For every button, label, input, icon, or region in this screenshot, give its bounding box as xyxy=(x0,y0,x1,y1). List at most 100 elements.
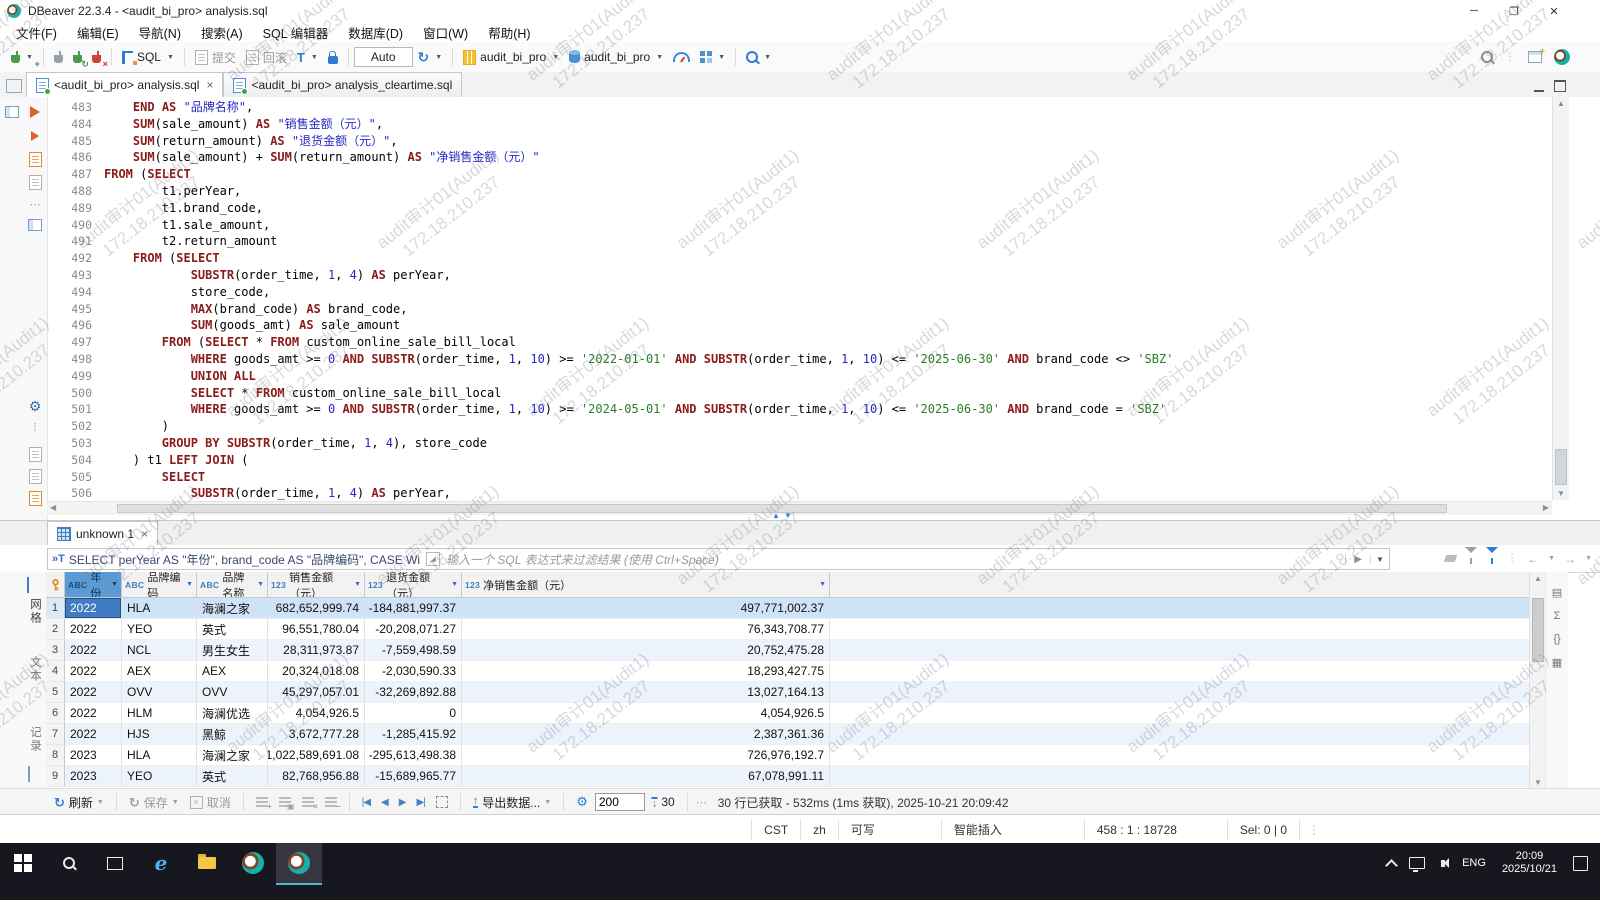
row-number[interactable]: 9 xyxy=(46,766,65,787)
code-line-484[interactable]: 484 SUM(sale_amount) AS "销售金额（元）", xyxy=(47,116,1552,133)
taskbar-search-button[interactable] xyxy=(46,843,92,883)
row-number[interactable]: 7 xyxy=(46,724,65,745)
grid-cell[interactable]: 2,387,361.36 xyxy=(462,724,830,745)
grid-cell[interactable]: NCL xyxy=(122,640,197,661)
taskbar-clock[interactable]: 20:09 2025/10/21 xyxy=(1492,850,1567,876)
grid-cell[interactable]: 2023 xyxy=(65,745,122,766)
clear-filter-icon[interactable] xyxy=(1465,553,1477,565)
code-line-490[interactable]: 490 t1.sale_amount, xyxy=(47,217,1552,234)
grid-cell[interactable]: 2022 xyxy=(65,598,122,619)
input-language[interactable]: ENG xyxy=(1456,857,1492,869)
value-viewer-icon[interactable]: ▤ xyxy=(1552,586,1562,599)
start-button[interactable] xyxy=(0,843,46,883)
code-line-496[interactable]: 496 SUM(goods_amt) AS sale_amount xyxy=(47,317,1552,334)
toggle-panel-icon[interactable] xyxy=(26,216,44,234)
table-row-9[interactable]: 92023YEO英式82,768,956.88-15,689,965.7767,… xyxy=(46,766,1530,787)
grid-view-icon[interactable] xyxy=(27,578,29,592)
explain-plan-button[interactable] xyxy=(695,48,730,66)
side-tab-text[interactable]: 文本 xyxy=(27,656,43,683)
grid-cell[interactable]: 英式 xyxy=(197,619,268,640)
export-script-button[interactable] xyxy=(26,445,44,463)
grid-cell[interactable]: HJS xyxy=(122,724,197,745)
menu-item-6[interactable]: 数据库(D) xyxy=(338,23,413,42)
editor-vertical-scrollbar[interactable]: ▲ ▼ xyxy=(1552,97,1569,500)
grid-cell[interactable]: 497,771,002.37 xyxy=(462,598,830,619)
row-number[interactable]: 5 xyxy=(46,682,65,703)
editor-settings-gear-icon[interactable]: ⚙ xyxy=(26,397,44,415)
grid-cell[interactable]: -295,613,498.38 xyxy=(365,745,462,766)
reconnect-button[interactable]: ↻ xyxy=(68,48,87,66)
save-script-button[interactable] xyxy=(26,489,44,507)
scroll-up-icon[interactable]: ▲ xyxy=(1530,574,1546,583)
table-row-2[interactable]: 22022YEO英式96,551,780.04-20,208,071.2776,… xyxy=(46,619,1530,640)
column-header-1[interactable]: ABC年份▼ xyxy=(65,572,122,597)
code-line-502[interactable]: 502 ) xyxy=(47,418,1552,435)
row-number[interactable]: 4 xyxy=(46,661,65,682)
status-write-mode[interactable]: 可写 xyxy=(838,820,941,840)
grid-cell[interactable]: AEX xyxy=(122,661,197,682)
status-caret-position[interactable]: 458 : 1 : 18728 xyxy=(1084,820,1227,840)
back-dropdown-icon[interactable]: ▼ xyxy=(1548,555,1555,562)
network-button[interactable] xyxy=(1404,843,1430,883)
autocommit-lock-button[interactable] xyxy=(323,48,343,67)
menu-item-3[interactable]: 导航(N) xyxy=(129,23,191,42)
grid-cell[interactable]: 76,343,708.77 xyxy=(462,619,830,640)
status-language[interactable]: zh xyxy=(800,820,838,840)
forward-icon[interactable]: → xyxy=(1564,552,1576,566)
grid-cell[interactable]: 726,976,192.7 xyxy=(462,745,830,766)
fetch-next-button[interactable]: ↑30 xyxy=(648,793,679,811)
execute-statement-button[interactable] xyxy=(26,103,44,121)
grid-cell[interactable]: 1,022,589,691.08 xyxy=(268,745,365,766)
code-line-504[interactable]: 504 ) t1 LEFT JOIN ( xyxy=(47,452,1552,469)
transaction-mode-button[interactable]: T xyxy=(292,47,323,68)
code-line-500[interactable]: 500 SELECT * FROM custom_online_sale_bil… xyxy=(47,385,1552,402)
commit-button[interactable]: 提交 xyxy=(190,46,241,69)
scroll-right-icon[interactable]: ▶ xyxy=(1543,503,1549,512)
table-row-3[interactable]: 32022NCL男生女生28,311,973.87-7,559,498.5920… xyxy=(46,640,1530,661)
grid-cell[interactable]: 28,311,973.87 xyxy=(268,640,365,661)
row-number[interactable]: 3 xyxy=(46,640,65,661)
dbeaver-taskbar-button-active[interactable] xyxy=(276,843,322,885)
grid-cell[interactable]: 2022 xyxy=(65,682,122,703)
menu-item-5[interactable]: SQL 编辑器 xyxy=(253,23,339,42)
code-line-505[interactable]: 505 SELECT xyxy=(47,469,1552,486)
execute-new-tab-button[interactable] xyxy=(26,127,44,145)
export-data-button[interactable]: ↑导出数据...▼ xyxy=(469,792,555,813)
database-selector[interactable]: audit_bi_pro xyxy=(564,47,668,67)
code-line-492[interactable]: 492 FROM (SELECT xyxy=(47,250,1552,267)
grid-cell[interactable]: 67,078,991.11 xyxy=(462,766,830,787)
invalidate-connection-button[interactable] xyxy=(49,48,68,66)
scroll-down-icon[interactable]: ▼ xyxy=(1553,489,1569,498)
grid-cell[interactable]: 2022 xyxy=(65,703,122,724)
execute-script-button[interactable] xyxy=(26,150,44,168)
volume-button[interactable] xyxy=(1430,843,1456,883)
back-icon[interactable]: ← xyxy=(1527,552,1539,566)
scrollbar-thumb[interactable] xyxy=(1532,598,1544,662)
grid-cell[interactable]: 96,551,780.04 xyxy=(268,619,365,640)
grid-cell[interactable]: 45,297,057.01 xyxy=(268,682,365,703)
maximize-button[interactable]: ❐ xyxy=(1494,0,1534,22)
editor-horizontal-scrollbar[interactable]: ◀ ▶ xyxy=(47,501,1552,515)
grid-cell[interactable]: -7,559,498.59 xyxy=(365,640,462,661)
column-header-2[interactable]: ABC品牌编码▼ xyxy=(122,572,197,597)
add-row-button[interactable]: + xyxy=(252,795,272,809)
rollback-button[interactable]: 回滚 xyxy=(241,46,292,69)
code-line-489[interactable]: 489 t1.brand_code, xyxy=(47,200,1552,217)
column-header-3[interactable]: ABC品牌名称▼ xyxy=(197,572,268,597)
references-panel-icon[interactable]: ▦ xyxy=(1552,656,1562,669)
table-row-1[interactable]: 12022HLA海澜之家682,652,999.74-184,881,997.3… xyxy=(46,598,1530,619)
minimize-view-icon[interactable] xyxy=(1534,81,1544,92)
eraser-icon[interactable] xyxy=(1444,555,1458,562)
grid-cell[interactable]: 2022 xyxy=(65,724,122,745)
grid-cell[interactable]: 4,054,926.5 xyxy=(462,703,830,724)
grid-cell[interactable]: 2023 xyxy=(65,766,122,787)
code-line-486[interactable]: 486 SUM(sale_amount) + SUM(return_amount… xyxy=(47,149,1552,166)
grid-cell[interactable]: OVV xyxy=(197,682,268,703)
column-dropdown-icon[interactable]: ▼ xyxy=(186,581,193,588)
table-row-7[interactable]: 72022HJS黑鲸3,672,777.28-1,285,415.922,387… xyxy=(46,724,1530,745)
row-number[interactable]: 1 xyxy=(46,598,65,619)
status-insert-mode[interactable]: 智能插入 xyxy=(941,820,1084,840)
menu-item-7[interactable]: 窗口(W) xyxy=(413,23,478,42)
code-line-493[interactable]: 493 SUBSTR(order_time, 1, 4) AS perYear, xyxy=(47,267,1552,284)
file-explorer-button[interactable] xyxy=(184,843,230,883)
